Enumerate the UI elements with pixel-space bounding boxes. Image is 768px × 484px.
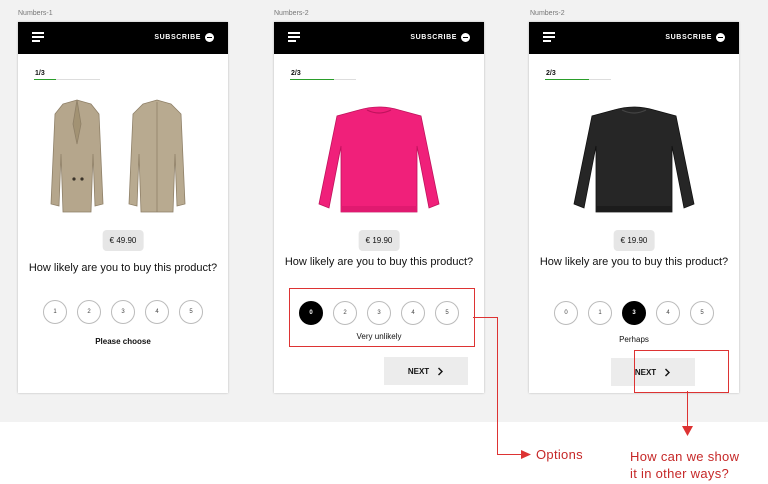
subscribe-icon [716, 33, 725, 42]
arrow-right-icon [521, 450, 531, 459]
subscribe-label: SUBSCRIBE [665, 34, 712, 41]
product-image-coat [50, 99, 186, 213]
rating-options: 1 2 3 4 5 [18, 300, 228, 324]
option-1[interactable]: 1 [43, 300, 67, 324]
progress-bar [545, 79, 611, 80]
next-annotation: How can we show it in other ways? [630, 448, 739, 482]
progress-label: 2/3 [291, 70, 301, 77]
subscribe-button[interactable]: SUBSCRIBE [665, 33, 725, 42]
phone-frame-1: SUBSCRIBE 1/3 € 49.90 How likely are you… [18, 22, 228, 393]
menu-icon[interactable] [32, 32, 46, 42]
question-text: How likely are you to buy this product? [539, 256, 729, 268]
subscribe-button[interactable]: SUBSCRIBE [154, 33, 214, 42]
menu-icon[interactable] [543, 32, 557, 42]
product-image-sweater-black [573, 106, 695, 213]
subscribe-icon [461, 33, 470, 42]
feedback-text: Please choose [95, 337, 151, 346]
app-header: SUBSCRIBE [274, 22, 484, 54]
subscribe-label: SUBSCRIBE [154, 34, 201, 41]
menu-icon[interactable] [288, 32, 302, 42]
connector-line [473, 317, 498, 318]
arrow-down-icon [682, 426, 693, 436]
question-text: How likely are you to buy this product? [28, 262, 218, 274]
progress-label: 2/3 [546, 70, 556, 77]
connector-line [497, 454, 522, 455]
phone-frame-3: SUBSCRIBE 2/3 € 19.90 How likely are you… [529, 22, 739, 393]
next-annotation-line-1: How can we show [630, 449, 740, 464]
connector-line [497, 317, 498, 454]
product-image-sweater-pink [318, 106, 440, 213]
subscribe-button[interactable]: SUBSCRIBE [410, 33, 470, 42]
next-annotation-line-2: it in other ways? [630, 466, 730, 481]
next-button[interactable]: NEXT [384, 357, 468, 385]
option-3[interactable]: 3 [111, 300, 135, 324]
progress-bar [34, 79, 100, 80]
option-0[interactable]: 0 [554, 301, 578, 325]
options-annotation: Options [536, 447, 583, 462]
option-1[interactable]: 1 [588, 301, 612, 325]
question-text: How likely are you to buy this product? [284, 256, 474, 268]
subscribe-label: SUBSCRIBE [410, 34, 457, 41]
option-5[interactable]: 5 [690, 301, 714, 325]
price-badge: € 19.90 [613, 230, 655, 251]
next-label: NEXT [407, 366, 430, 376]
option-5[interactable]: 5 [179, 300, 203, 324]
option-4[interactable]: 4 [145, 300, 169, 324]
progress-label: 1/3 [35, 70, 45, 77]
rating-options: 0 1 3 4 5 [529, 301, 739, 325]
chevron-right-icon [438, 367, 444, 375]
next-highlight-box [634, 350, 729, 393]
frame-label-3: Numbers-2 [530, 10, 565, 17]
subscribe-icon [205, 33, 214, 42]
option-3-selected[interactable]: 3 [622, 301, 646, 325]
price-badge: € 49.90 [102, 230, 144, 251]
frame-label-2: Numbers-2 [274, 10, 309, 17]
connector-line [687, 391, 688, 427]
options-highlight-box [289, 288, 475, 347]
feedback-text: Perhaps [619, 335, 649, 344]
option-2[interactable]: 2 [77, 300, 101, 324]
option-4[interactable]: 4 [656, 301, 680, 325]
progress-bar [290, 79, 356, 80]
price-badge: € 19.90 [358, 230, 400, 251]
app-header: SUBSCRIBE [18, 22, 228, 54]
frame-label-1: Numbers-1 [18, 10, 53, 17]
app-header: SUBSCRIBE [529, 22, 739, 54]
